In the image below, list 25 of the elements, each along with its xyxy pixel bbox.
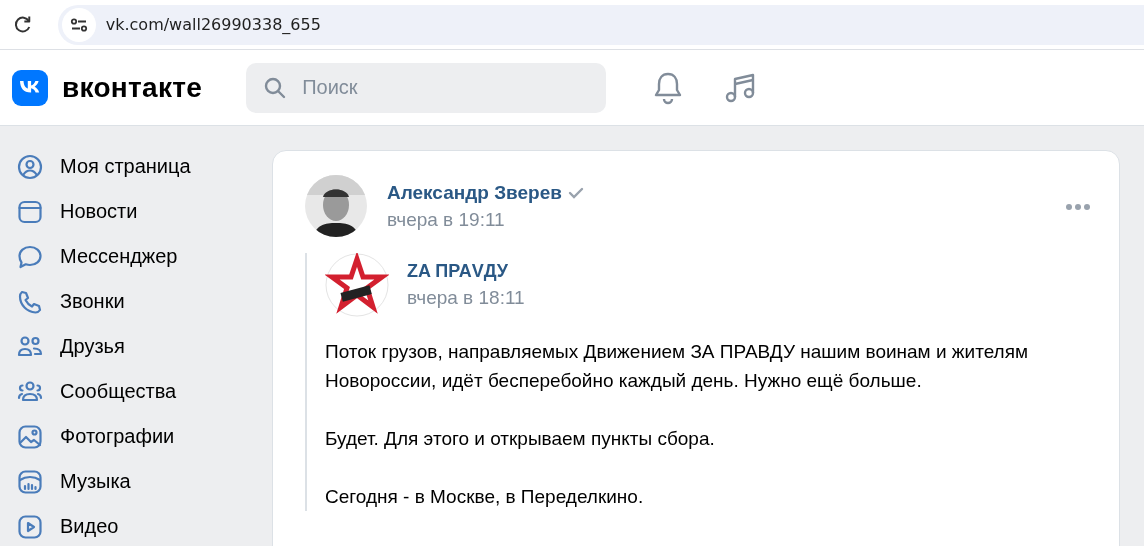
music-icon[interactable] bbox=[16, 467, 44, 496]
more-icon[interactable] bbox=[1065, 203, 1091, 211]
vk-logo-icon[interactable] bbox=[12, 69, 48, 106]
sidebar-item[interactable]: Фотографии bbox=[60, 425, 175, 448]
sidebar-item[interactable]: Мессенджер bbox=[60, 245, 178, 268]
group-name[interactable]: ZA ПРАVДУ bbox=[407, 261, 525, 282]
site-name[interactable]: вконтакте bbox=[62, 71, 203, 104]
profile-icon[interactable] bbox=[16, 152, 44, 181]
star-logo-icon[interactable] bbox=[325, 253, 389, 317]
post-paragraph: Сегодня - в Москве, в Переделкино. bbox=[325, 485, 645, 509]
photo-icon[interactable] bbox=[16, 422, 44, 451]
post-paragraph: Будет. Для этого и открываем пункты сбора. bbox=[325, 427, 716, 451]
sidebar-item[interactable]: Новости bbox=[60, 200, 138, 223]
sidebar-item[interactable]: Сообщества bbox=[60, 380, 177, 403]
site-settings-icon[interactable] bbox=[61, 7, 96, 42]
search-field[interactable]: Поиск bbox=[246, 62, 607, 113]
sidebar-item[interactable]: Музыка bbox=[60, 470, 131, 493]
post-paragraph: Поток грузов, направляемых Движением ЗА ПРАВДУ нашим воинам и жителям Новороссии, идёт бесперебойно каждый день. Нужно ещё больше. bbox=[325, 340, 1030, 393]
sidebar-item[interactable]: Друзья bbox=[60, 335, 125, 358]
author-name[interactable]: Александр Зверев bbox=[387, 181, 562, 204]
sidebar-item[interactable]: Моя страница bbox=[60, 155, 191, 178]
address-text[interactable]: vk.com/wall26990338_655 bbox=[105, 15, 321, 34]
sidebar-item[interactable]: Видео bbox=[60, 515, 119, 538]
sidebar-item[interactable]: Звонки bbox=[60, 290, 125, 313]
video-icon[interactable] bbox=[16, 512, 44, 541]
